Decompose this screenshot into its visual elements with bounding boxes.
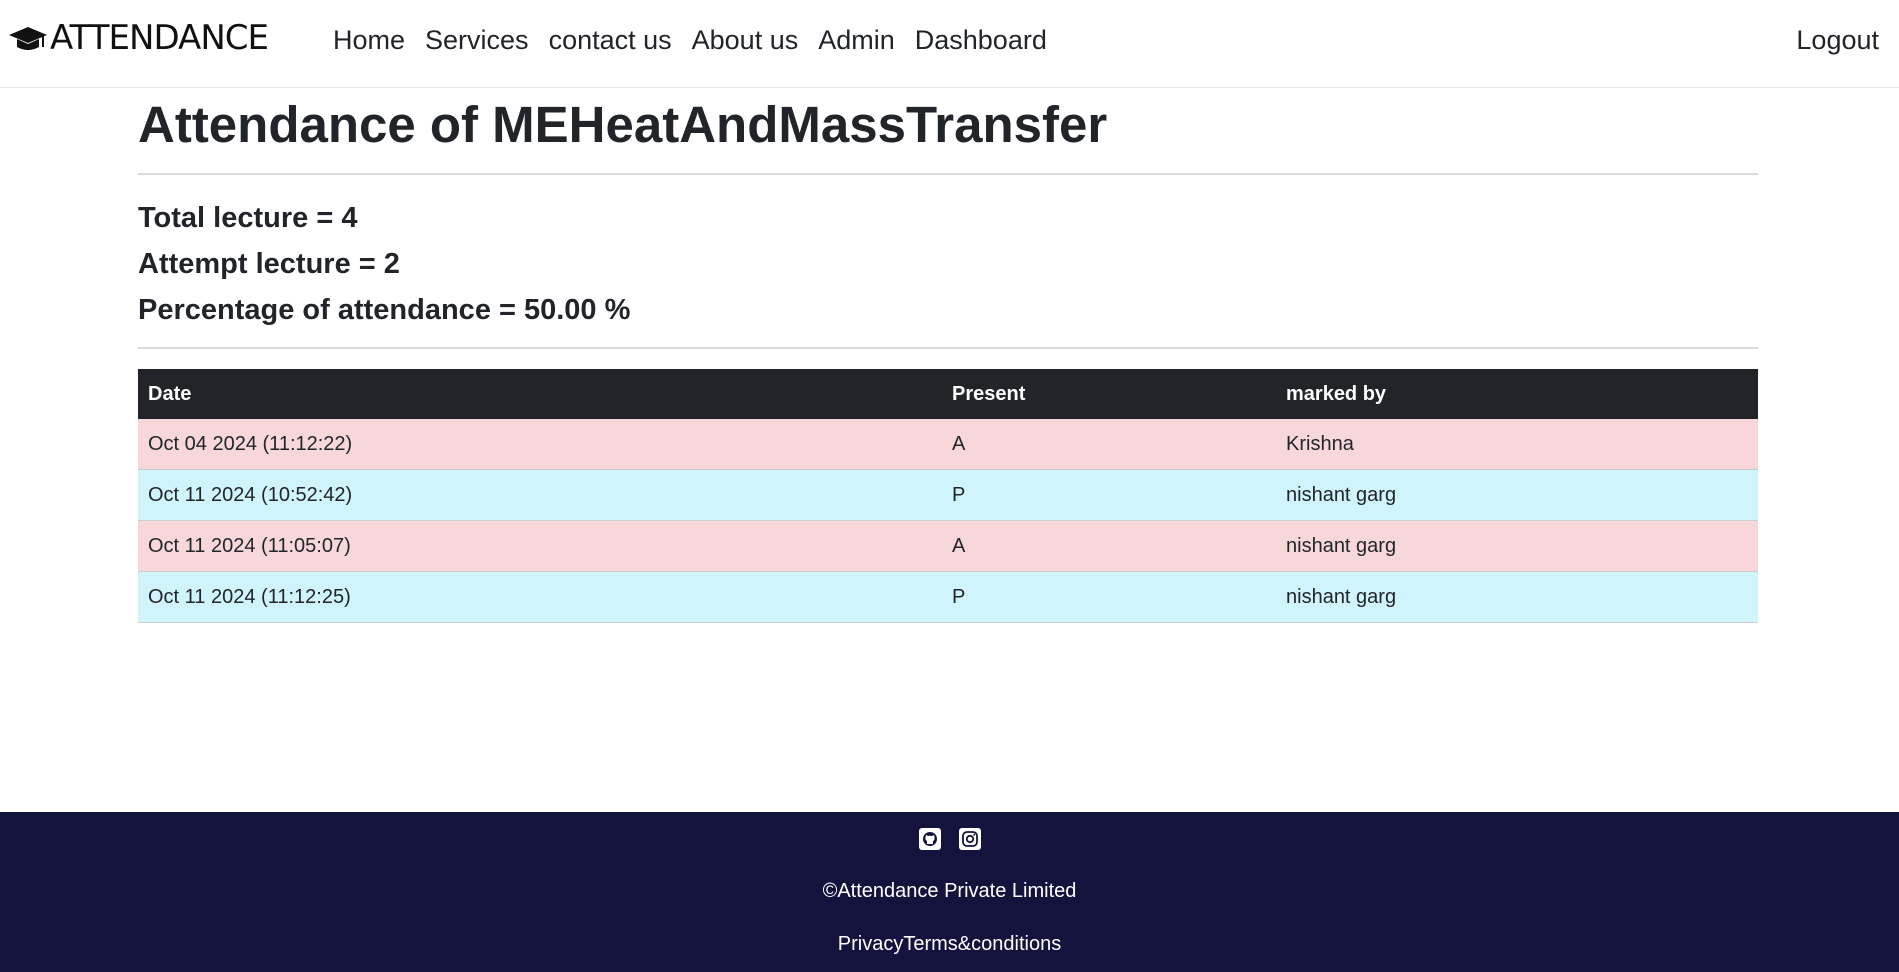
divider — [138, 347, 1758, 349]
cell-date: Oct 11 2024 (11:05:07) — [138, 520, 942, 572]
nav-about-us[interactable]: About us — [682, 20, 809, 60]
column-header-marked-by: marked by — [1286, 382, 1387, 405]
footer: ©Attendance Private Limited PrivacyTerms… — [0, 812, 1899, 972]
nav-dashboard[interactable]: Dashboard — [905, 20, 1057, 60]
cell-date: Oct 11 2024 (11:12:25) — [138, 571, 942, 623]
nav-links: Home Services contact us About us Admin … — [333, 20, 1057, 60]
nav-contact-us[interactable]: contact us — [539, 20, 682, 60]
graduation-cap-icon — [9, 27, 47, 50]
table-row: Oct 11 2024 (11:05:07) A nishant garg — [138, 520, 1758, 572]
cell-present: A — [942, 419, 1276, 470]
cell-marked-by: Krishna — [1276, 419, 1758, 470]
footer-links: PrivacyTerms&conditions — [0, 933, 1899, 956]
copyright-text: ©Attendance Private Limited — [822, 880, 1077, 902]
table-row: Oct 11 2024 (10:52:42) P nishant garg — [138, 469, 1758, 521]
github-icon[interactable] — [918, 828, 941, 850]
attempt-lecture: Attempt lecture = 2 — [138, 248, 400, 280]
brand-logo[interactable]: ATTENDANCE — [8, 18, 269, 58]
total-lecture: Total lecture = 4 — [138, 202, 358, 234]
attendance-table: Date Present marked by Oct 04 2024 (11:1… — [138, 369, 1758, 623]
brand-name: ATTENDANCE — [50, 18, 269, 58]
table-row: Oct 11 2024 (11:12:25) P nishant garg — [138, 571, 1758, 623]
cell-date: Oct 04 2024 (11:12:22) — [138, 419, 942, 470]
terms-link[interactable]: Terms&conditions — [903, 933, 1061, 955]
cell-marked-by: nishant garg — [1276, 520, 1758, 572]
cell-present: P — [942, 469, 1276, 521]
social-links — [0, 828, 1899, 850]
page-title: Attendance of MEHeatAndMassTransfer — [138, 96, 1108, 153]
instagram-icon[interactable] — [958, 828, 981, 850]
nav-home[interactable]: Home — [333, 20, 415, 60]
cell-marked-by: nishant garg — [1276, 571, 1758, 623]
attendance-stats: Total lecture = 4 Attempt lecture = 2 Pe… — [138, 175, 1758, 347]
cell-present: A — [942, 520, 1276, 572]
cell-marked-by: nishant garg — [1276, 469, 1758, 521]
nav-admin[interactable]: Admin — [808, 20, 905, 60]
column-header-date: Date — [148, 382, 192, 405]
main-content: Attendance of MEHeatAndMassTransfer Tota… — [138, 88, 1758, 623]
table-header-row: Date Present marked by — [138, 369, 1758, 419]
cell-date: Oct 11 2024 (10:52:42) — [138, 469, 942, 521]
logout-link[interactable]: Logout — [1796, 20, 1879, 60]
column-header-present: Present — [952, 382, 1026, 405]
navbar: ATTENDANCE Home Services contact us Abou… — [0, 0, 1899, 88]
nav-services[interactable]: Services — [415, 20, 539, 60]
attendance-percentage: Percentage of attendance = 50.00 % — [138, 294, 631, 326]
cell-present: P — [942, 571, 1276, 623]
privacy-link[interactable]: Privacy — [838, 933, 904, 955]
table-row: Oct 04 2024 (11:12:22) A Krishna — [138, 419, 1758, 470]
